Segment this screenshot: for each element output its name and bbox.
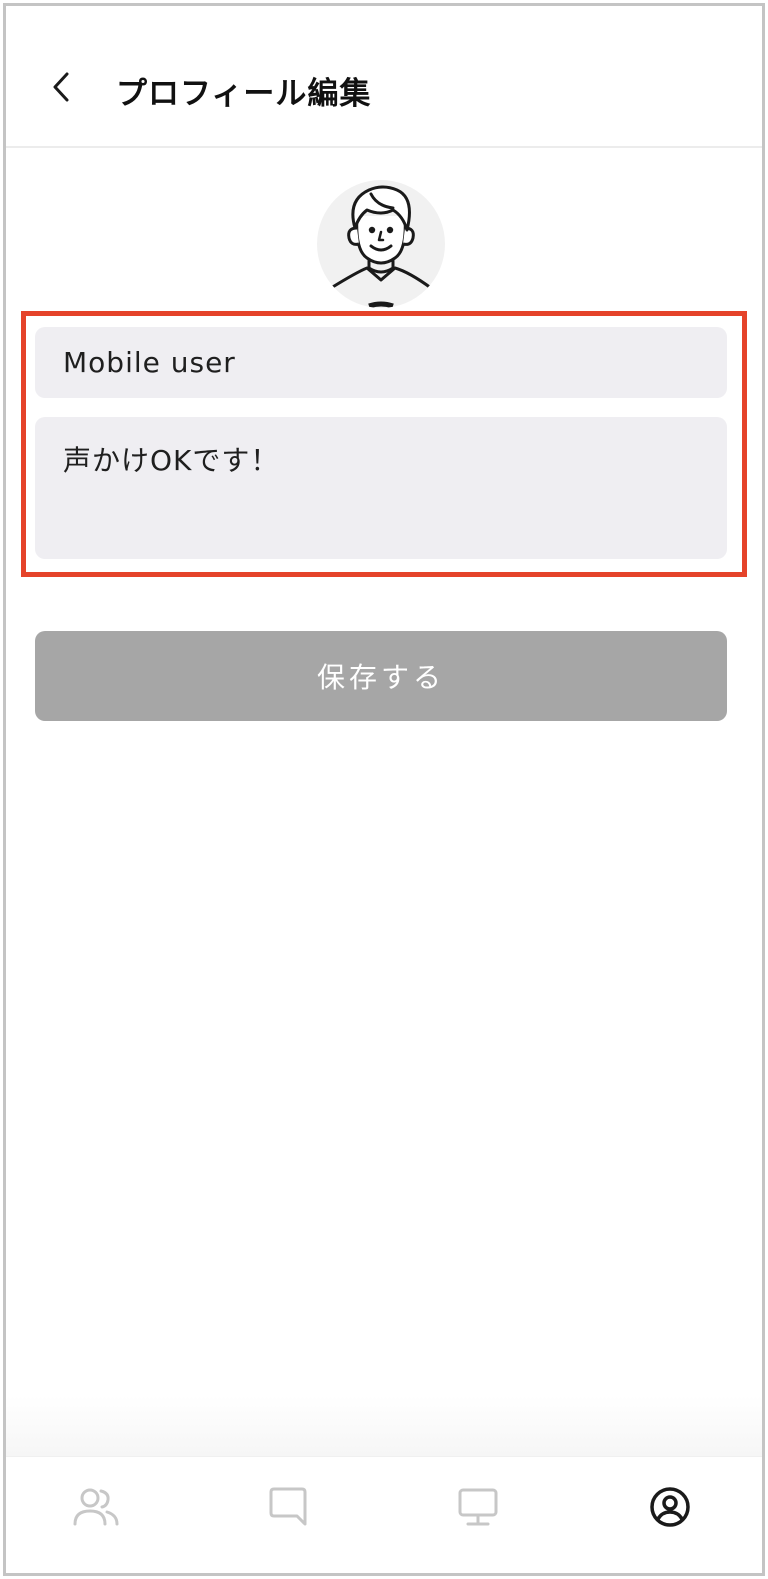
bottom-fade [6,1396,762,1456]
name-field[interactable]: Mobile user [35,327,727,398]
bio-field[interactable]: 声かけOKです！ [35,417,727,559]
monitor-icon [458,1488,498,1526]
people-icon [73,1488,119,1526]
nav-item-chat[interactable] [258,1477,318,1537]
nav-item-people[interactable] [66,1477,126,1537]
avatar[interactable] [317,180,445,308]
nav-item-screen[interactable] [448,1477,508,1537]
save-button[interactable]: 保存する [35,631,727,721]
header: プロフィール編集 [6,6,762,148]
user-avatar-illustration [329,185,433,308]
app-screen: プロフィール編集 Mobile user 声かけOKです！ 保存する [3,3,765,1576]
page-title: プロフィール編集 [116,76,372,112]
nav-item-profile[interactable] [640,1477,700,1537]
profile-icon [650,1487,690,1527]
bottom-nav [6,1456,762,1573]
chat-icon [269,1487,307,1526]
back-button[interactable] [36,62,86,112]
chevron-left-icon [53,72,69,102]
